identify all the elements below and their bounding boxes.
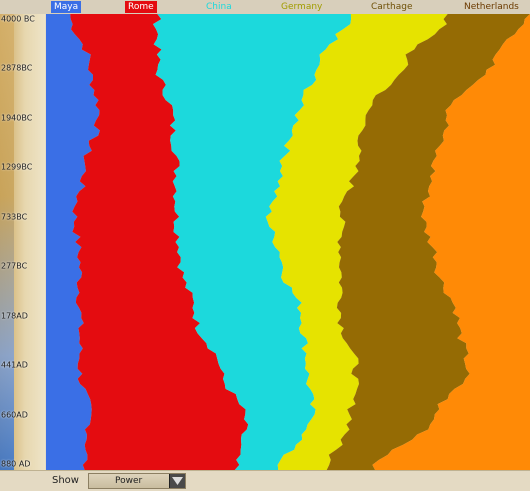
time-tick: 178AD (1, 311, 28, 321)
chevron-down-icon[interactable] (169, 474, 185, 488)
time-tick: 441AD (1, 360, 28, 370)
legend-item-maya: Maya (51, 1, 82, 13)
legend-item-carthage: Carthage (371, 2, 413, 12)
time-tick: 277BC (1, 261, 28, 271)
legend-item-rome: Rome (125, 1, 157, 13)
time-tick: 4000 BC (1, 14, 35, 24)
time-tick: 733BC (1, 212, 28, 222)
graph-footer: Show Power (0, 470, 530, 491)
time-tick: 880 AD (1, 459, 31, 469)
graph-type-value: Power (115, 476, 143, 486)
time-tick: 660AD (1, 410, 28, 420)
graph-type-dropdown[interactable]: Power (88, 473, 186, 489)
time-tick: 1940BC (1, 113, 33, 123)
legend-item-china: China (206, 2, 232, 12)
legend-item-germany: Germany (281, 2, 323, 12)
legend-item-netherlands: Netherlands (464, 2, 519, 12)
show-label: Show (52, 475, 79, 486)
time-tick: 1299BC (1, 162, 33, 172)
civilization-legend: Maya Rome China Germany Carthage Netherlands (0, 0, 530, 14)
time-axis-gradient (0, 14, 14, 470)
power-graph (46, 14, 530, 470)
time-tick: 2878BC (1, 63, 33, 73)
